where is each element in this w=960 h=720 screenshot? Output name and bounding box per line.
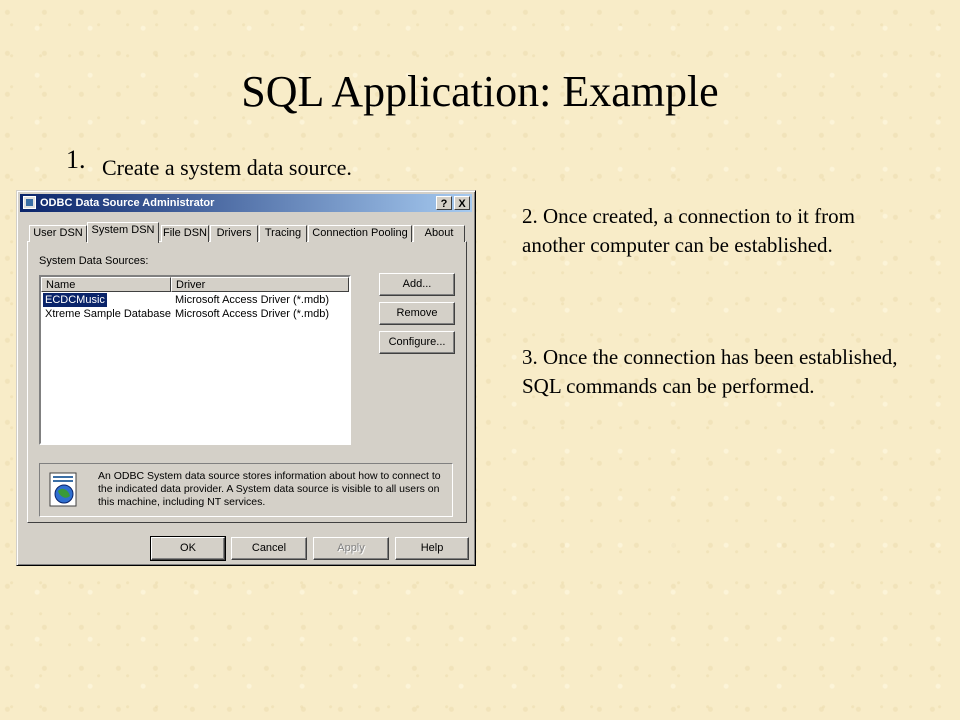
remove-button[interactable]: Remove [379,302,455,325]
tab-about[interactable]: About [413,225,465,242]
dialog-title: ODBC Data Source Administrator [40,197,215,209]
configure-button[interactable]: Configure... [379,331,455,354]
close-icon: X [458,198,466,210]
help-titlebar-button[interactable]: ? [436,196,452,210]
list-row[interactable]: ECDCMusic Microsoft Access Driver (*.mdb… [41,292,349,308]
tab-file-dsn[interactable]: File DSN [161,225,209,242]
help-button[interactable]: Help [395,537,469,560]
list-row[interactable]: Xtreme Sample Database Microsoft Access … [41,307,349,321]
dialog-titlebar[interactable]: ODBC Data Source Administrator ? X [20,194,472,212]
step2-note: 2. Once created, a connection to it from… [522,204,855,257]
slide-title: SQL Application: Example [241,67,719,116]
row-driver-cell[interactable]: Microsoft Access Driver (*.mdb) [175,293,329,307]
close-titlebar-button[interactable]: X [454,196,470,210]
ok-button[interactable]: OK [150,536,226,561]
data-sources-list[interactable]: Name Driver ECDCMusic Microsoft Access D… [39,275,351,445]
step1-text: Create a system data source. [102,155,352,180]
info-box: An ODBC System data source stores inform… [39,463,453,517]
tab-system-dsn[interactable]: System DSN [87,222,159,243]
row-name-cell[interactable]: ECDCMusic [42,292,108,308]
odbc-dialog: ODBC Data Source Administrator ? X User … [16,190,476,566]
cancel-button[interactable]: Cancel [231,537,307,560]
step3-note: 3. Once the connection has been establis… [522,345,898,398]
info-text: An ODBC System data source stores inform… [98,470,441,508]
list-header: Name Driver [41,277,349,292]
column-header-driver[interactable]: Driver [171,277,349,292]
row-name-cell[interactable]: Xtreme Sample Database [45,307,171,321]
add-button[interactable]: Add... [379,273,455,296]
system-data-sources-label: System Data Sources: [39,255,149,267]
odbc-app-icon [23,196,36,209]
tab-drivers[interactable]: Drivers [210,225,258,242]
tab-tracing[interactable]: Tracing [259,225,307,242]
row-driver-cell[interactable]: Microsoft Access Driver (*.mdb) [175,307,329,321]
tab-connection-pooling[interactable]: Connection Pooling [308,225,412,242]
odbc-globe-icon [49,472,77,507]
column-header-name[interactable]: Name [41,277,171,292]
tab-user-dsn[interactable]: User DSN [29,225,87,242]
apply-button[interactable]: Apply [313,537,389,560]
step1-number: 1. [66,145,86,174]
